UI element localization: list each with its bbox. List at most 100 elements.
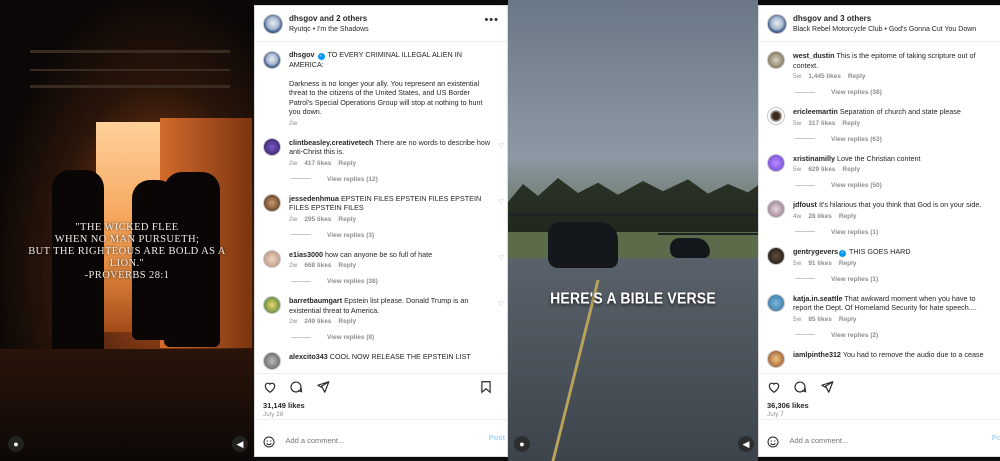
comment-age: 5w: [793, 73, 802, 80]
heart-icon[interactable]: ♡: [498, 198, 504, 206]
view-replies-button[interactable]: View replies (38): [289, 278, 495, 285]
comment-likes[interactable]: 417 likes: [304, 160, 331, 167]
avatar[interactable]: [263, 249, 281, 268]
comment-username[interactable]: katja.in.seattle: [793, 294, 843, 303]
comment-likes[interactable]: 1,445 likes: [808, 73, 841, 80]
avatar[interactable]: [263, 193, 281, 212]
comment-username[interactable]: jessedenhmua: [289, 194, 339, 203]
reply-button[interactable]: Reply: [842, 166, 860, 173]
reply-button[interactable]: Reply: [839, 213, 857, 220]
avatar[interactable]: [263, 51, 281, 69]
emoji-icon[interactable]: [263, 435, 275, 448]
likes-count[interactable]: 31,149 likes: [263, 401, 507, 410]
comments-list[interactable]: west_dustin This is the epitome of takin…: [759, 43, 1000, 373]
avatar[interactable]: [263, 296, 281, 314]
heart-icon[interactable]: ♡: [498, 254, 504, 262]
avatar[interactable]: [263, 14, 283, 34]
caption-username[interactable]: dhsgov: [289, 50, 315, 59]
more-icon[interactable]: •••: [484, 14, 499, 26]
add-comment-input[interactable]: [285, 436, 456, 446]
reply-button[interactable]: Reply: [338, 160, 356, 167]
view-replies-button[interactable]: View replies (1): [793, 229, 988, 236]
post-author[interactable]: dhsgov and 2 others: [289, 14, 507, 24]
profile-icon[interactable]: ●: [8, 436, 24, 452]
comment-username[interactable]: jdfoust: [793, 200, 817, 209]
heart-icon[interactable]: ♡: [498, 300, 504, 308]
comment-username[interactable]: alexcito343: [289, 352, 328, 361]
avatar[interactable]: [767, 200, 785, 218]
bookmark-icon[interactable]: [479, 380, 493, 394]
post-header: dhsgov and 2 others Ryutqc • I'm the Sha…: [255, 6, 507, 42]
reply-button[interactable]: Reply: [338, 216, 356, 223]
reply-button[interactable]: Reply: [839, 316, 857, 323]
avatar[interactable]: [767, 246, 785, 265]
audio-label[interactable]: Ryutqc • I'm the Shadows: [289, 25, 507, 35]
comment-likes[interactable]: 668 likes: [304, 262, 331, 269]
heart-icon[interactable]: [767, 380, 781, 394]
post-comment-button[interactable]: Post: [992, 433, 1000, 442]
reply-button[interactable]: Reply: [338, 262, 356, 269]
avatar[interactable]: [767, 14, 787, 34]
mute-icon[interactable]: ◀: [232, 436, 248, 452]
view-replies-button[interactable]: View replies (8): [289, 334, 495, 341]
audio-label[interactable]: Black Rebel Motorcycle Club • God's Gonn…: [793, 25, 1000, 35]
avatar[interactable]: [767, 51, 785, 69]
reply-button[interactable]: Reply: [839, 260, 857, 267]
comment-likes[interactable]: 629 likes: [808, 166, 835, 173]
comment-username[interactable]: gentrygevers: [793, 247, 838, 256]
view-replies-button[interactable]: View replies (63): [793, 136, 988, 143]
reply-button[interactable]: Reply: [848, 73, 866, 80]
verified-icon: ✓: [317, 53, 325, 60]
post-comment-button[interactable]: Post: [489, 433, 505, 442]
heart-icon[interactable]: [263, 380, 277, 394]
comment-likes[interactable]: 317 likes: [808, 120, 835, 127]
reply-button[interactable]: Reply: [338, 318, 356, 325]
comment-username[interactable]: e1ias3000: [289, 250, 323, 259]
heart-icon[interactable]: ♡: [498, 142, 504, 150]
comment-likes[interactable]: 249 likes: [304, 318, 331, 325]
comment-likes[interactable]: 85 likes: [808, 316, 832, 323]
railing-decoration: [30, 50, 230, 88]
avatar[interactable]: [767, 349, 785, 368]
comment-icon[interactable]: [289, 380, 303, 394]
comment-username[interactable]: barretbaumgart: [289, 296, 342, 305]
avatar[interactable]: [767, 107, 785, 125]
view-replies-button[interactable]: View replies (2): [793, 332, 988, 339]
avatar[interactable]: [767, 153, 785, 172]
comment-item: clintbeasley.creativetech There are no w…: [255, 136, 507, 183]
view-replies-button[interactable]: View replies (38): [793, 89, 988, 96]
post-author[interactable]: dhsgov and 3 others: [793, 14, 1000, 24]
view-replies-button[interactable]: View replies (50): [793, 182, 988, 189]
share-icon[interactable]: [316, 380, 330, 394]
avatar[interactable]: [767, 293, 785, 312]
comment-icon[interactable]: [793, 380, 807, 394]
comment-likes[interactable]: 28 likes: [808, 213, 832, 220]
comment-likes[interactable]: 295 likes: [304, 216, 331, 223]
comment-username[interactable]: west_dustin: [793, 51, 835, 60]
comment-username[interactable]: ericleemartin: [793, 107, 838, 116]
emoji-icon[interactable]: [767, 435, 779, 448]
view-replies-button[interactable]: View replies (1): [793, 276, 988, 283]
comment-username[interactable]: xristinamilly: [793, 154, 835, 163]
mute-icon[interactable]: ◀: [738, 436, 754, 452]
caption-headline: TO EVERY CRIMINAL ILLEGAL ALIEN IN AMERI…: [289, 50, 462, 69]
avatar[interactable]: [263, 352, 281, 370]
view-replies-button[interactable]: View replies (3): [289, 232, 495, 239]
comment-item: barretbaumgart Epstein list please. Dona…: [255, 294, 507, 341]
likes-count[interactable]: 36,306 likes: [767, 401, 1000, 410]
reply-button[interactable]: Reply: [842, 120, 860, 127]
comments-list[interactable]: dhsgov ✓ TO EVERY CRIMINAL ILLEGAL ALIEN…: [255, 43, 507, 373]
add-comment-input[interactable]: [789, 436, 960, 446]
profile-icon[interactable]: ●: [514, 436, 530, 452]
view-replies-button[interactable]: View replies (12): [289, 176, 495, 183]
comment-likes[interactable]: 91 likes: [808, 260, 832, 267]
avatar[interactable]: [263, 137, 281, 156]
left-post-media[interactable]: "THE WICKED FLEE WHEN NO MAN PURSUETH; B…: [0, 0, 254, 461]
comment-item: e1ias3000 how can anyone be so full of h…: [255, 248, 507, 285]
comment-item: west_dustin This is the epitome of takin…: [759, 49, 1000, 96]
comment-username[interactable]: clintbeasley.creativetech: [289, 138, 374, 147]
share-icon[interactable]: [820, 380, 834, 394]
comment-item: jessedenhmua EPSTEIN FILES EPSTEIN FILES…: [255, 192, 507, 239]
right-post-media[interactable]: HERE'S A BIBLE VERSE ● ◀: [508, 0, 758, 461]
comment-username[interactable]: iamlpinthe312: [793, 350, 841, 359]
